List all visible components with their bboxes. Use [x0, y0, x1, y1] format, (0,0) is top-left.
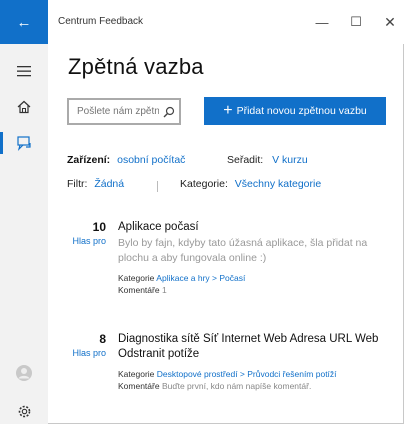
home-icon [17, 100, 31, 114]
search-box[interactable] [67, 98, 181, 125]
plus-icon: + [223, 102, 233, 119]
sort-selector[interactable]: V kurzu [272, 154, 308, 166]
category-selector[interactable]: Všechny kategorie [235, 178, 321, 190]
category-meta-label: Kategorie [118, 273, 155, 283]
feedback-body: Aplikace počasí Bylo by fajn, kdyby tato… [118, 220, 390, 296]
maximize-icon: ☐ [350, 14, 362, 29]
close-button[interactable]: ✕ [376, 10, 404, 34]
vote-count: 10 [92, 220, 106, 234]
feedback-meta: Kategorie Aplikace a hry > Počasí Koment… [118, 272, 390, 296]
add-feedback-button[interactable]: + Přidat novou zpětnou vazbu [204, 97, 386, 125]
search-icon [163, 106, 175, 118]
feedback-meta: Kategorie Desktopové prostředí > Průvodc… [118, 368, 390, 392]
comments-empty-text: Buďte první, kdo nám napíše komentář. [161, 381, 312, 391]
device-label: Zařízení: [67, 154, 111, 166]
filter-label: Filtr: [67, 178, 88, 190]
device-selector[interactable]: osobní počítač [117, 154, 185, 166]
filter-divider [157, 181, 158, 192]
category-label: Kategorie: [180, 178, 228, 190]
vote-block: 10 Hlas pro [60, 220, 106, 246]
upvote-button[interactable]: Hlas pro [60, 348, 106, 358]
comments-label: Komentáře [118, 381, 160, 391]
vote-block: 8 Hlas pro [60, 332, 106, 358]
feedback-icon [16, 135, 31, 151]
category-meta-label: Kategorie [118, 369, 155, 379]
nav-rail [0, 44, 48, 424]
nav-home[interactable] [0, 90, 48, 124]
feedback-description: Bylo by fajn, kdyby tato úžasná aplikace… [118, 237, 368, 264]
nav-settings[interactable] [0, 394, 48, 424]
minimize-button[interactable]: — [308, 10, 336, 34]
app-title: Centrum Feedback [58, 16, 144, 27]
category-meta-link[interactable]: Aplikace a hry > Počasí [156, 273, 245, 283]
page-title: Zpětná vazba [68, 54, 204, 79]
feedback-title[interactable]: Aplikace počasí [118, 220, 390, 235]
back-arrow-icon: ← [16, 13, 32, 31]
back-button[interactable]: ← [0, 0, 48, 44]
user-avatar-icon [16, 365, 32, 381]
close-icon: ✕ [384, 13, 396, 30]
search-input[interactable] [77, 106, 159, 117]
vote-count: 8 [99, 332, 106, 346]
feedback-title[interactable]: Diagnostika sítě Síť Internet Web Adresa… [118, 332, 390, 362]
feedback-body: Diagnostika sítě Síť Internet Web Adresa… [118, 332, 390, 392]
filter-selector[interactable]: Žádná [94, 178, 124, 190]
category-meta-link[interactable]: Desktopové prostředí > Průvodci řešením … [157, 369, 337, 379]
upvote-button[interactable]: Hlas pro [60, 236, 106, 246]
comments-count: 1 [161, 285, 167, 295]
maximize-button[interactable]: ☐ [342, 10, 370, 34]
settings-gear-icon [18, 405, 30, 417]
add-feedback-label: Přidat novou zpětnou vazbu [236, 105, 367, 117]
comments-label: Komentáře [118, 285, 160, 295]
title-bar: ← Centrum Feedback — ☐ ✕ [0, 0, 404, 44]
nav-account[interactable] [0, 356, 48, 390]
hamburger-menu-icon [17, 66, 31, 77]
hamburger-menu-button[interactable] [0, 54, 48, 88]
minimize-icon: — [315, 14, 329, 30]
nav-feedback[interactable] [0, 126, 48, 160]
sort-label: Seřadit: [227, 154, 264, 166]
